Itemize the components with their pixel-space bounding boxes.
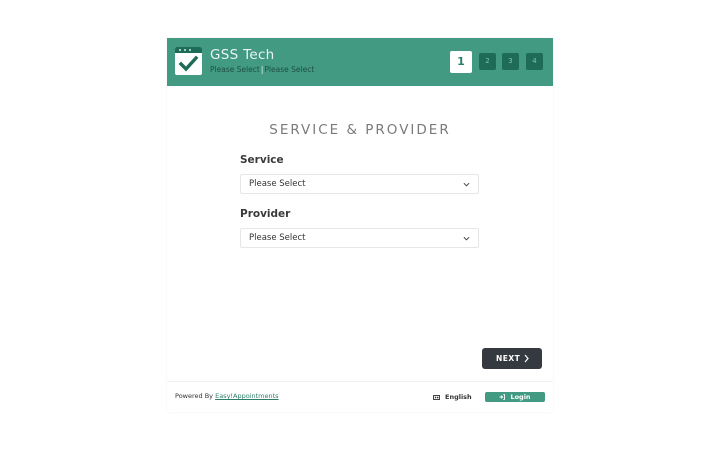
service-select-value: Please Select — [249, 179, 306, 189]
booking-wizard: GSS Tech Please Select|Please Select 1 2… — [167, 38, 553, 412]
service-select[interactable]: Please Select — [240, 174, 479, 194]
chevron-down-icon — [463, 236, 470, 241]
provider-select-value: Please Select — [249, 233, 306, 243]
step-title: SERVICE & PROVIDER — [269, 122, 451, 138]
footer-divider — [167, 381, 553, 382]
provider-label: Provider — [240, 208, 291, 220]
selected-provider: Please Select — [264, 65, 315, 74]
language-selector[interactable]: English — [433, 393, 472, 401]
powered-by: Powered By Easy!Appointments — [175, 392, 279, 400]
chevron-right-icon — [524, 354, 529, 363]
step-3[interactable]: 3 — [502, 53, 519, 70]
sign-in-icon — [499, 394, 506, 400]
company-name: GSS Tech — [210, 47, 275, 63]
chevron-down-icon — [463, 182, 470, 187]
login-label: Login — [510, 393, 531, 401]
selection-summary: Please Select|Please Select — [210, 65, 314, 74]
checkmark-calendar-icon — [175, 47, 202, 75]
provider-select[interactable]: Please Select — [240, 228, 479, 248]
easyappointments-link[interactable]: Easy!Appointments — [215, 392, 278, 400]
login-button[interactable]: Login — [485, 392, 545, 402]
next-button-label: NEXT — [496, 354, 521, 363]
next-button[interactable]: NEXT — [482, 348, 542, 369]
language-icon — [433, 394, 440, 400]
powered-by-text: Powered By — [175, 392, 214, 400]
selected-service: Please Select — [210, 65, 260, 74]
service-label: Service — [240, 154, 284, 166]
step-2[interactable]: 2 — [479, 53, 496, 70]
language-label: English — [445, 393, 472, 401]
step-4[interactable]: 4 — [526, 53, 543, 70]
wizard-header: GSS Tech Please Select|Please Select 1 2… — [167, 38, 553, 86]
step-1[interactable]: 1 — [450, 51, 472, 73]
